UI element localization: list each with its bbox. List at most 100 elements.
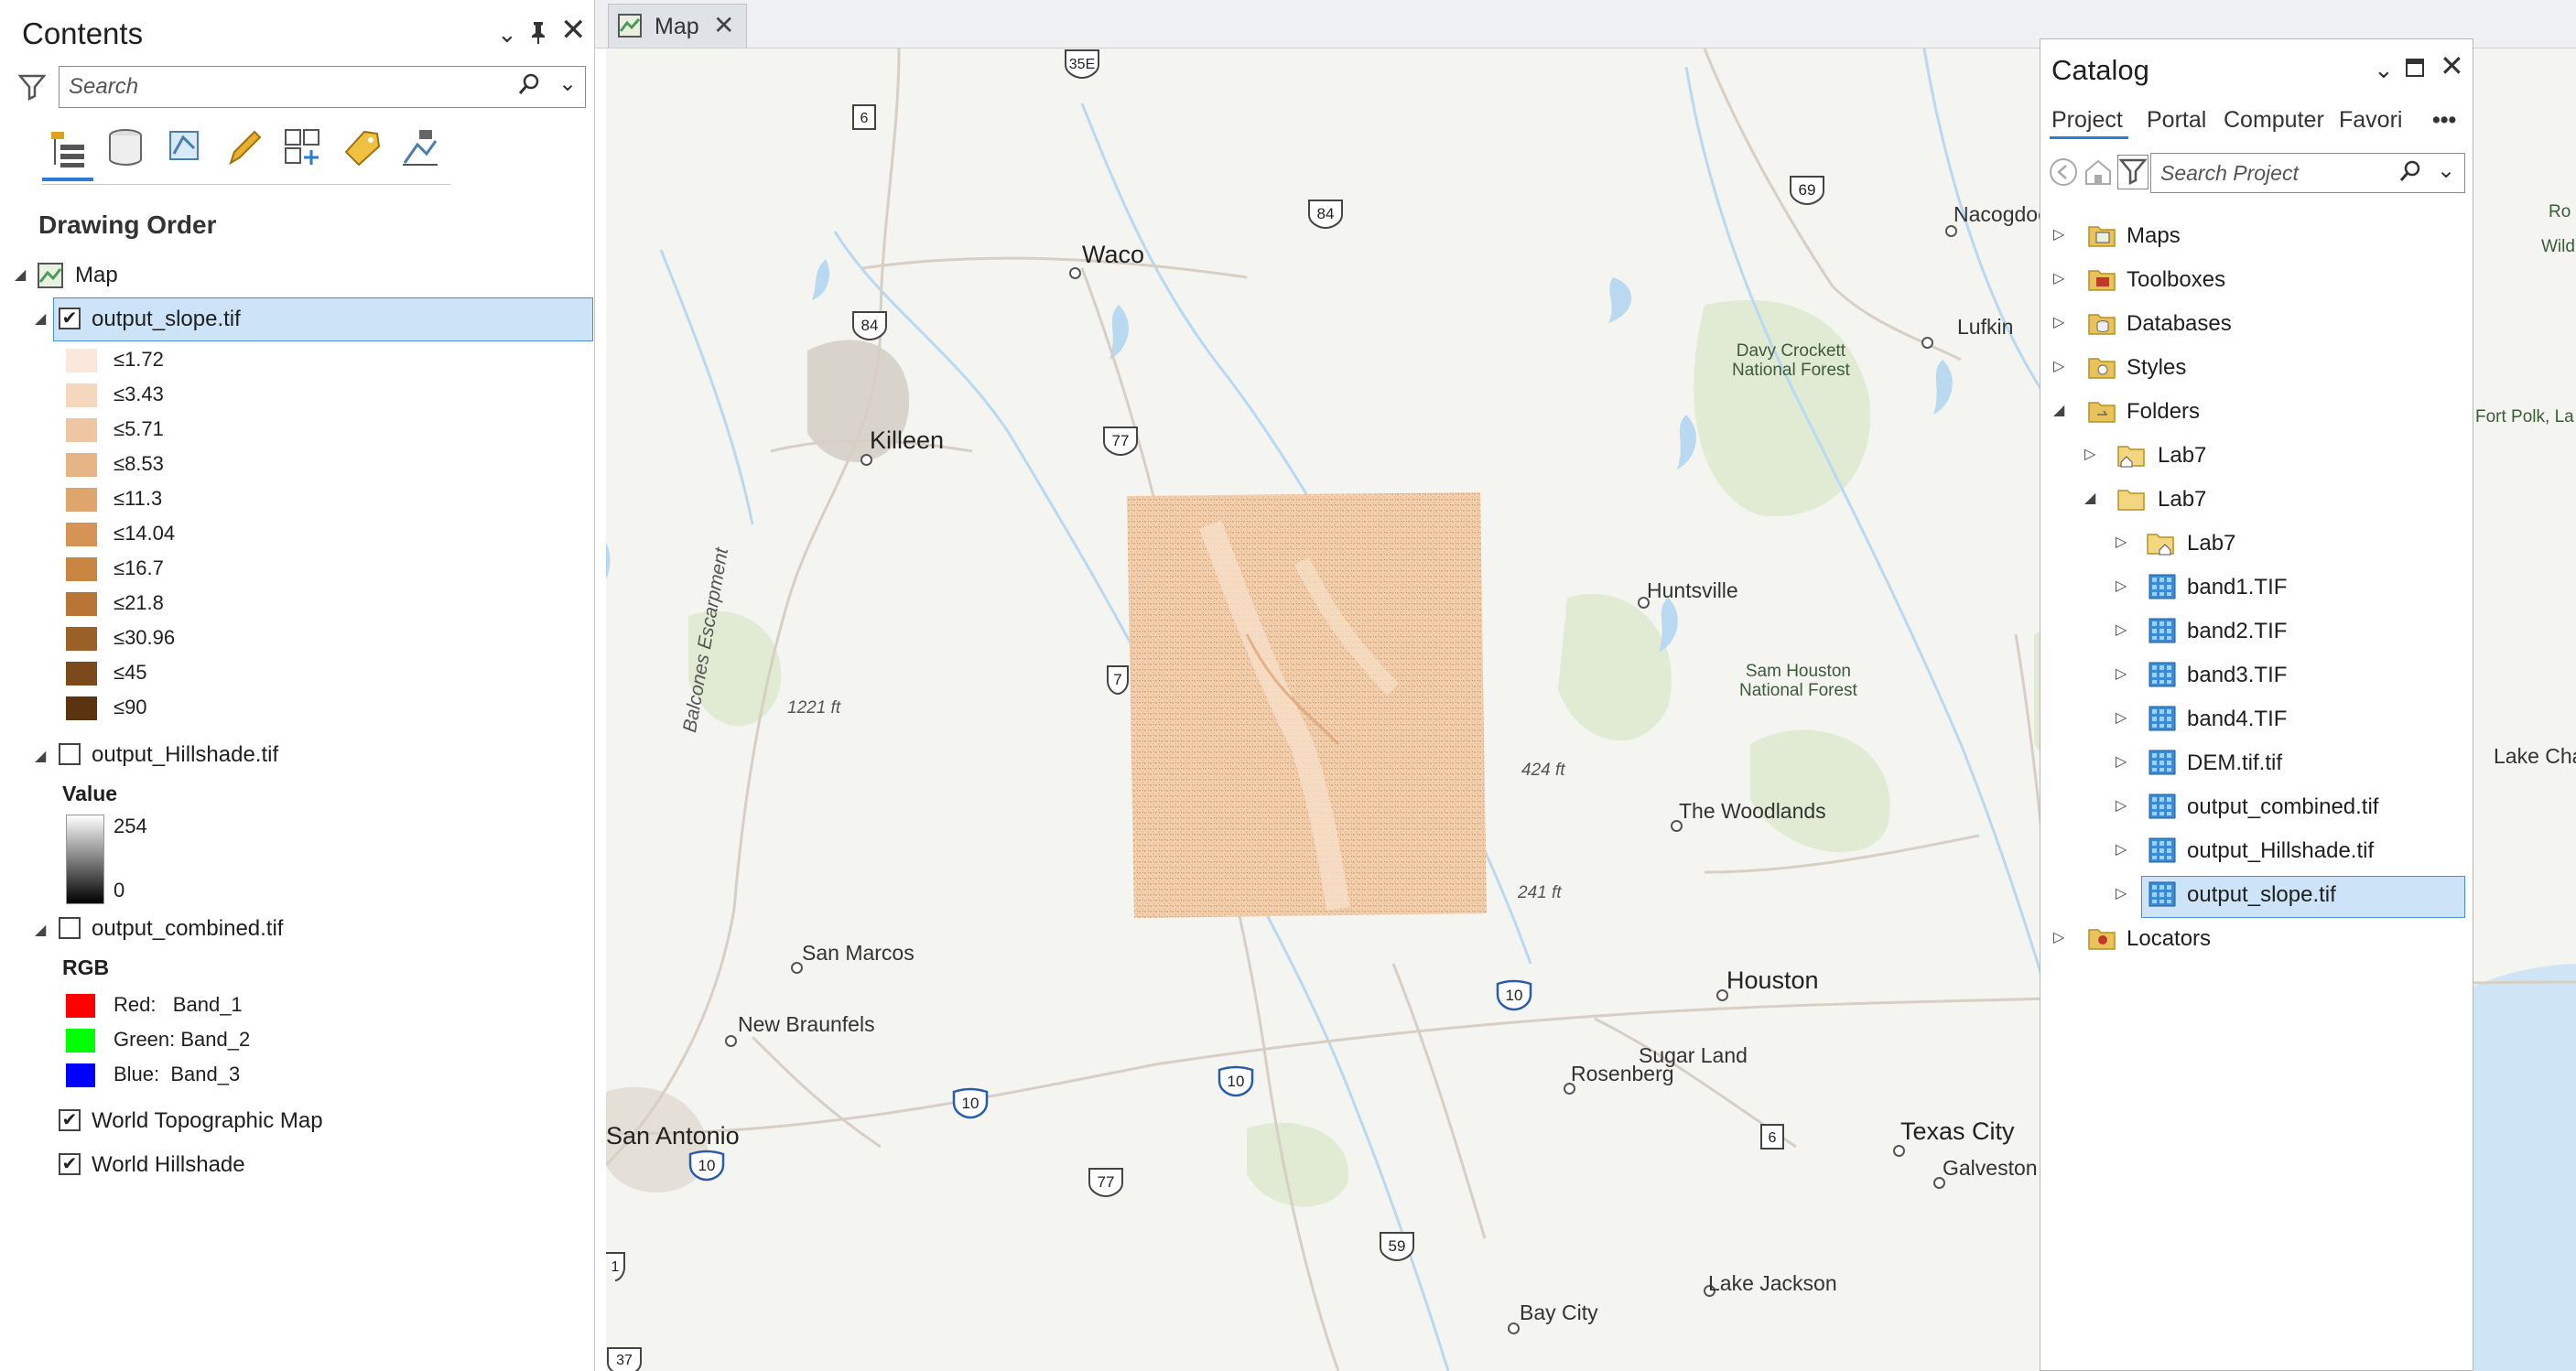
collapse-triangle-icon[interactable]: ◢	[35, 309, 46, 328]
legend-swatch[interactable]	[66, 557, 97, 581]
band-swatch[interactable]	[66, 1029, 95, 1053]
catalog-item-lab7[interactable]: Lab7	[2187, 531, 2235, 556]
catalog-search-input[interactable]: Search Project ⌄	[2150, 153, 2465, 193]
topo-layer-checkbox[interactable]: ✔	[59, 1109, 81, 1131]
expand-triangle-icon[interactable]: ▷	[2053, 928, 2064, 946]
collapse-triangle-icon[interactable]: ◢	[15, 265, 26, 284]
legend-swatch[interactable]	[66, 453, 97, 477]
band-swatch[interactable]	[66, 1063, 95, 1087]
search-icon[interactable]	[517, 72, 541, 103]
expand-triangle-icon[interactable]: ▷	[2116, 884, 2127, 902]
expand-triangle-icon[interactable]: ▷	[2116, 840, 2127, 858]
catalog-item-styles[interactable]: Styles	[2127, 355, 2186, 381]
list-by-editing-icon[interactable]	[223, 126, 265, 168]
hillshade-layer-name[interactable]: output_Hillshade.tif	[92, 742, 278, 768]
expand-triangle-icon[interactable]: ▷	[2053, 313, 2064, 331]
expand-triangle-icon[interactable]: ▷	[2116, 533, 2127, 551]
catalog-item-band2[interactable]: band2.TIF	[2187, 619, 2287, 644]
close-icon[interactable]: ✕	[560, 15, 587, 46]
tab-project[interactable]: Project	[2051, 107, 2123, 134]
city-dot	[1069, 267, 1081, 279]
close-tab-icon[interactable]: ✕	[713, 10, 734, 40]
catalog-item-slope[interactable]: output_slope.tif	[2187, 882, 2336, 908]
legend-swatch[interactable]	[66, 523, 97, 546]
tab-computer[interactable]: Computer	[2224, 107, 2324, 134]
topo-layer-name[interactable]: World Topographic Map	[92, 1108, 323, 1134]
expand-triangle-icon[interactable]: ▷	[2053, 269, 2064, 287]
catalog-item-maps[interactable]: Maps	[2127, 223, 2181, 249]
more-options-button[interactable]: •••	[2432, 107, 2456, 134]
catalog-item-band4[interactable]: band4.TIF	[2187, 707, 2287, 732]
catalog-item-band1[interactable]: band1.TIF	[2187, 575, 2287, 600]
hillshade-layer-checkbox[interactable]	[59, 743, 81, 765]
maximize-icon[interactable]	[2405, 56, 2425, 83]
catalog-item-dem[interactable]: DEM.tif.tif	[2187, 750, 2282, 776]
list-by-selection-icon[interactable]	[165, 126, 207, 168]
filter-icon[interactable]	[17, 73, 47, 105]
combined-layer-name[interactable]: output_combined.tif	[92, 916, 283, 942]
map-tab[interactable]: Map ✕	[608, 4, 747, 48]
expand-triangle-icon[interactable]: ▷	[2084, 445, 2095, 463]
legend-swatch[interactable]	[66, 696, 97, 720]
expand-triangle-icon[interactable]: ▷	[2116, 752, 2127, 771]
pane-menu-chevron-icon[interactable]: ⌄	[497, 20, 517, 48]
list-by-source-icon[interactable]	[104, 126, 146, 168]
legend-swatch[interactable]	[66, 627, 97, 651]
collapse-triangle-icon[interactable]: ◢	[2053, 401, 2064, 419]
legend-swatch[interactable]	[66, 662, 97, 686]
search-icon[interactable]	[2398, 159, 2422, 189]
toolbox-folder-icon	[2088, 266, 2116, 292]
hillshade-basemap-name[interactable]: World Hillshade	[92, 1152, 245, 1178]
slope-layer-checkbox[interactable]: ✔	[59, 308, 81, 329]
legend-swatch[interactable]	[66, 383, 97, 407]
expand-triangle-icon[interactable]: ▷	[2053, 357, 2064, 375]
expand-triangle-icon[interactable]: ▷	[2116, 796, 2127, 815]
collapse-triangle-icon[interactable]: ◢	[35, 747, 46, 765]
band-swatch[interactable]	[66, 994, 95, 1018]
close-icon[interactable]: ✕	[2440, 51, 2464, 81]
contents-search-input[interactable]: Search ⌄	[59, 66, 586, 108]
map-label: Wildl	[2541, 237, 2576, 256]
catalog-item-hillshade[interactable]: output_Hillshade.tif	[2187, 838, 2374, 864]
tab-portal[interactable]: Portal	[2147, 107, 2206, 134]
catalog-item-databases[interactable]: Databases	[2127, 311, 2232, 337]
list-by-perspective-imagery-icon[interactable]	[399, 126, 441, 168]
tab-favorites[interactable]: Favori	[2339, 107, 2402, 134]
combined-layer-checkbox[interactable]	[59, 917, 81, 939]
pin-icon[interactable]	[529, 20, 547, 49]
city-label: Lake Cha	[2494, 744, 2576, 768]
catalog-item-lab7[interactable]: Lab7	[2158, 443, 2206, 469]
hillshade-basemap-checkbox[interactable]: ✔	[59, 1153, 81, 1175]
legend-class-label: ≤14.04	[114, 522, 176, 545]
catalog-item-locators[interactable]: Locators	[2127, 926, 2211, 952]
catalog-item-combined[interactable]: output_combined.tif	[2187, 794, 2378, 820]
list-by-labeling-icon[interactable]	[341, 126, 383, 168]
legend-swatch[interactable]	[66, 418, 97, 442]
back-icon[interactable]	[2048, 157, 2079, 192]
legend-swatch[interactable]	[66, 488, 97, 512]
folder-connection-icon	[2117, 442, 2145, 468]
expand-triangle-icon[interactable]: ▷	[2116, 577, 2127, 595]
expand-triangle-icon[interactable]: ▷	[2116, 621, 2127, 639]
slope-layer-name[interactable]: output_slope.tif	[92, 307, 241, 332]
list-by-drawing-order-icon[interactable]	[46, 126, 88, 168]
expand-triangle-icon[interactable]: ▷	[2053, 225, 2064, 243]
collapse-triangle-icon[interactable]: ◢	[2084, 489, 2095, 507]
expand-triangle-icon[interactable]: ▷	[2116, 664, 2127, 683]
pane-menu-chevron-icon[interactable]: ⌄	[2374, 56, 2394, 83]
expand-triangle-icon[interactable]: ▷	[2116, 708, 2127, 727]
chevron-down-icon[interactable]: ⌄	[2437, 157, 2455, 184]
chevron-down-icon[interactable]: ⌄	[558, 70, 577, 97]
catalog-item-band3[interactable]: band3.TIF	[2187, 663, 2287, 688]
catalog-item-toolboxes[interactable]: Toolboxes	[2127, 267, 2225, 293]
home-icon[interactable]	[2083, 157, 2114, 192]
list-by-snapping-icon[interactable]	[282, 126, 324, 168]
map-node-label[interactable]: Map	[75, 263, 118, 288]
legend-class-label: ≤45	[114, 661, 147, 684]
catalog-item-lab7[interactable]: Lab7	[2158, 487, 2206, 513]
catalog-item-folders[interactable]: Folders	[2127, 399, 2200, 425]
legend-swatch[interactable]	[66, 592, 97, 616]
legend-swatch[interactable]	[66, 349, 97, 372]
filter-icon[interactable]	[2117, 155, 2148, 189]
collapse-triangle-icon[interactable]: ◢	[35, 921, 46, 939]
